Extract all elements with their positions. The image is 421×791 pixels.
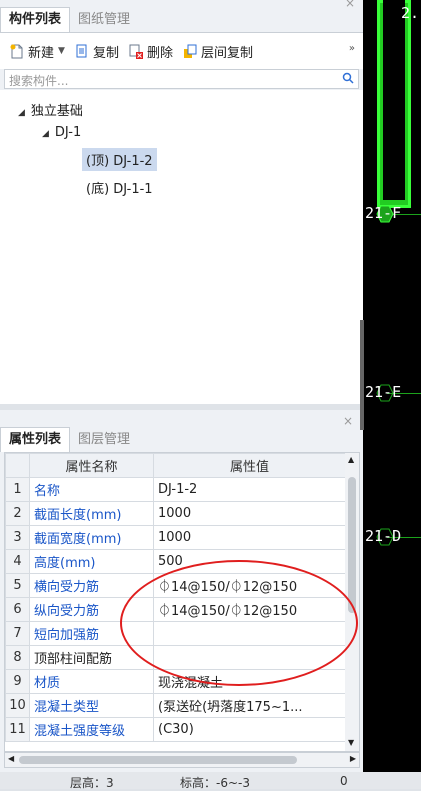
property-name: 截面宽度(mm) xyxy=(29,525,154,550)
row-number: 10 xyxy=(5,693,30,718)
expand-triangle-icon[interactable]: ◢ xyxy=(42,129,49,139)
floor-copy-button[interactable]: 层间复制 xyxy=(183,42,253,61)
property-value[interactable]: (C30) xyxy=(153,717,346,742)
tab-component-list[interactable]: 构件列表 xyxy=(0,7,71,32)
property-name: 材质 xyxy=(29,669,154,694)
table-row[interactable]: 10 混凝土类型 (泵送砼(坍落度175~1... xyxy=(5,693,346,718)
scroll-right-icon[interactable]: ▶ xyxy=(350,754,356,763)
status-floor-height: 层高：3 xyxy=(70,776,114,790)
table-row[interactable]: 2 截面长度(mm) 1000 xyxy=(5,501,346,526)
component-toolbar: 新建 ▼ 复制 删除 层间复制 xyxy=(0,32,363,69)
property-name: 名称 xyxy=(29,477,154,502)
tree-leaf-bottom-dj-1-1[interactable]: (底) DJ-1-1 xyxy=(86,178,153,197)
delete-button[interactable]: 删除 xyxy=(129,42,173,61)
component-panel-tabs: 构件列表 图纸管理 xyxy=(0,6,363,32)
axis-label-e: 21-E xyxy=(365,383,402,401)
row-number: 9 xyxy=(5,669,30,694)
row-number: 6 xyxy=(5,597,30,622)
new-file-icon xyxy=(10,44,24,59)
floor-copy-icon xyxy=(183,44,197,59)
canvas-label-top: 2. xyxy=(401,4,420,22)
copy-button[interactable]: 复制 xyxy=(75,42,119,61)
property-value[interactable]: DJ-1-2 xyxy=(153,477,346,502)
row-number: 2 xyxy=(5,501,30,526)
toolbar-overflow-icon[interactable]: » xyxy=(349,43,355,54)
component-panel-close-icon[interactable]: × xyxy=(345,0,355,10)
axis-label-f: 21-F xyxy=(365,204,402,222)
column-header-value: 属性值 xyxy=(153,453,346,478)
tree-leaf-top-dj-1-2[interactable]: (顶) DJ-1-2 xyxy=(82,148,157,171)
axis-label-d: 21-D xyxy=(365,527,402,545)
drawing-canvas[interactable]: 2. 21-F 21-E 21-D xyxy=(363,0,421,789)
tab-property-list[interactable]: 属性列表 xyxy=(0,427,71,452)
copy-icon xyxy=(75,44,89,59)
tab-layer-management[interactable]: 图层管理 xyxy=(70,428,138,452)
row-number: 5 xyxy=(5,573,30,598)
property-value[interactable]: (泵送砼(坍落度175~1... xyxy=(153,693,346,718)
green-component-inner xyxy=(383,0,405,200)
row-number: 8 xyxy=(5,645,30,670)
property-name: 混凝土类型 xyxy=(29,693,154,718)
dock-splitter-handle[interactable] xyxy=(360,320,364,430)
red-annotation-ellipse xyxy=(120,560,358,686)
left-dock: 构件列表 图纸管理 × 新建 ▼ 复制 删除 层间复制 » 搜索构件... ◢ … xyxy=(0,0,363,789)
property-name: 混凝土强度等级 xyxy=(29,717,154,742)
component-tree: ◢ 独立基础 ◢ DJ-1 (顶) DJ-1-2 (底) DJ-1-1 xyxy=(0,90,363,404)
delete-icon xyxy=(129,44,143,59)
horizontal-scroll-thumb[interactable] xyxy=(19,756,297,764)
scroll-down-icon[interactable]: ▼ xyxy=(348,738,354,747)
status-extra: 0 xyxy=(340,774,348,788)
property-name: 截面长度(mm) xyxy=(29,501,154,526)
property-value[interactable]: 1000 xyxy=(153,501,346,526)
row-number: 11 xyxy=(5,717,30,742)
column-header-name: 属性名称 xyxy=(29,453,154,478)
status-elevation: 标高：-6~-3 xyxy=(180,776,250,790)
scroll-left-icon[interactable]: ◀ xyxy=(8,754,14,763)
new-button[interactable]: 新建 ▼ xyxy=(10,42,65,61)
panel-divider[interactable] xyxy=(0,404,363,410)
tree-node-isolated-foundation[interactable]: ◢ 独立基础 xyxy=(18,100,83,119)
row-number-header xyxy=(5,453,30,478)
horizontal-scrollbar[interactable]: ◀ ▶ xyxy=(4,752,360,768)
table-row[interactable]: 3 截面宽度(mm) 1000 xyxy=(5,525,346,550)
chevron-down-icon[interactable]: ▼ xyxy=(58,46,65,56)
status-bar: 层高：3 标高：-6~-3 0 xyxy=(0,772,421,790)
property-panel-tabs: 属性列表 图层管理 xyxy=(0,426,363,452)
tree-node-dj-1[interactable]: ◢ DJ-1 xyxy=(42,125,81,140)
search-input[interactable]: 搜索构件... xyxy=(4,69,359,89)
tab-drawing-management[interactable]: 图纸管理 xyxy=(70,8,138,32)
expand-triangle-icon[interactable]: ◢ xyxy=(18,108,25,118)
search-placeholder: 搜索构件... xyxy=(9,74,69,88)
table-header-row: 属性名称 属性值 xyxy=(5,453,346,478)
vertical-scroll-thumb[interactable] xyxy=(348,477,356,613)
row-number: 1 xyxy=(5,477,30,502)
property-name: 高度(mm) xyxy=(29,549,154,574)
property-value[interactable]: 1000 xyxy=(153,525,346,550)
table-row[interactable]: 11 混凝土强度等级 (C30) xyxy=(5,717,346,742)
search-icon[interactable] xyxy=(342,72,354,84)
row-number: 4 xyxy=(5,549,30,574)
table-row[interactable]: 1 名称 DJ-1-2 xyxy=(5,477,346,502)
scroll-up-icon[interactable]: ▲ xyxy=(348,455,354,464)
row-number: 3 xyxy=(5,525,30,550)
row-number: 7 xyxy=(5,621,30,646)
